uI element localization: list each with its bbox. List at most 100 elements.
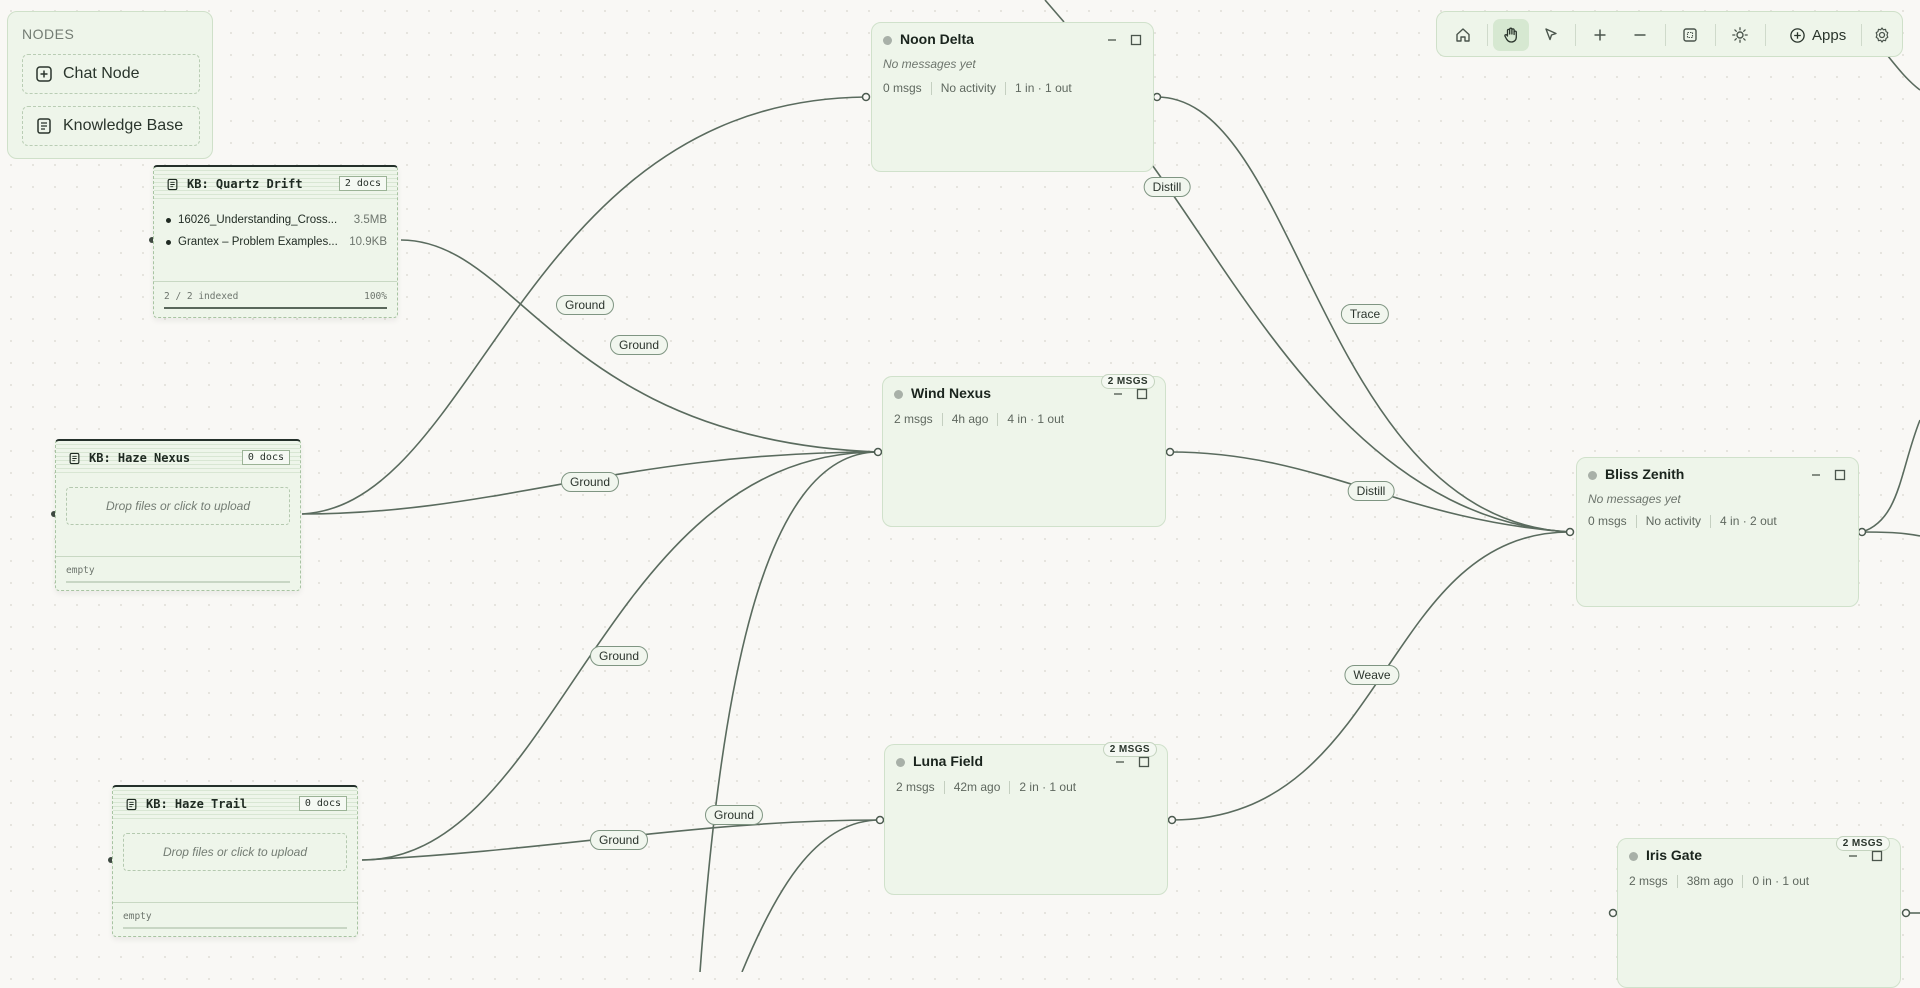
edge-noon-bliss-distill[interactable] <box>1149 161 1571 533</box>
settings-button[interactable] <box>1864 19 1900 51</box>
chat-node-noon-delta[interactable]: Noon Delta No messages yet 0 msgs No act… <box>871 22 1154 172</box>
edge-label-weave[interactable]: Weave <box>1344 665 1400 685</box>
index-progress-fill <box>164 307 387 309</box>
document-icon <box>126 798 137 810</box>
maximize-icon[interactable] <box>1832 467 1848 483</box>
connection-count: 0 in · 1 out <box>1752 874 1810 888</box>
chat-node-stats: 2 msgs 4h ago 4 in · 1 out <box>894 412 1064 426</box>
maximize-icon[interactable] <box>1128 32 1144 48</box>
bullet-icon <box>166 217 171 223</box>
upload-dropzone[interactable]: Drop files or click to upload <box>66 487 290 525</box>
edge-label-distill[interactable]: Distill <box>1143 177 1191 197</box>
add-knowledge-base-button[interactable]: Knowledge Base <box>22 106 200 146</box>
plus-circle-icon <box>1790 27 1805 43</box>
chat-node-title: Wind Nexus <box>911 385 991 401</box>
divider <box>1005 81 1007 95</box>
status-dot <box>1588 471 1597 480</box>
status-dot <box>894 390 903 399</box>
edge-label-ground[interactable]: Ground <box>704 805 764 825</box>
minimize-icon[interactable] <box>1845 848 1861 864</box>
toolbar-divider <box>1765 24 1766 46</box>
index-progress-bar <box>123 927 347 929</box>
minimize-icon[interactable] <box>1104 32 1120 48</box>
apps-button[interactable]: Apps <box>1783 19 1852 51</box>
toolbar-divider <box>1665 24 1666 46</box>
message-count: 0 msgs <box>1588 514 1627 528</box>
edge-label-distill[interactable]: Distill <box>1347 481 1395 501</box>
kb-doc-count-badge: 0 docs <box>241 450 290 465</box>
home-button[interactable] <box>1445 19 1481 51</box>
edge-label-ground[interactable]: Ground <box>609 335 669 355</box>
index-count: empty <box>123 911 152 922</box>
maximize-icon[interactable] <box>1134 386 1150 402</box>
kb-file-item[interactable]: Grantex – Problem Examples... 10.9KB <box>166 233 387 251</box>
add-chat-node-button[interactable]: Chat Node <box>22 54 200 94</box>
theme-toggle-button[interactable] <box>1722 19 1758 51</box>
pan-tool-button[interactable] <box>1493 19 1529 51</box>
kb-file-item[interactable]: 16026_Understanding_Cross... 3.5MB <box>166 211 387 229</box>
edge-bottom-wind[interactable] <box>699 451 879 972</box>
kb-node-haze-trail[interactable]: KB: Haze Trail 0 docs Drop files or clic… <box>112 785 358 937</box>
chat-node-stats: 2 msgs 42m ago 2 in · 1 out <box>896 780 1076 794</box>
upload-dropzone[interactable]: Drop files or click to upload <box>123 833 347 871</box>
edge-bliss-out-1[interactable] <box>1861 419 1920 533</box>
palette-title: NODES <box>22 26 75 42</box>
fit-view-button[interactable] <box>1672 19 1708 51</box>
divider <box>1742 874 1744 888</box>
edge-bottom2-luna[interactable] <box>741 819 881 972</box>
canvas-toolbar: Apps <box>1436 11 1903 57</box>
palette-item-label: Chat Node <box>63 65 140 82</box>
toolbar-divider <box>1715 24 1716 46</box>
chat-node-bliss-zenith[interactable]: Bliss Zenith No messages yet 0 msgs No a… <box>1576 457 1859 607</box>
kb-index-status: empty <box>123 911 347 922</box>
divider <box>941 412 943 426</box>
gear-icon <box>1875 27 1889 43</box>
chat-node-title: Noon Delta <box>900 31 974 47</box>
chat-node-luna-field[interactable]: 2 MSGS Luna Field 2 msgs 42m ago 2 in · … <box>884 742 1168 895</box>
minimize-icon[interactable] <box>1110 386 1126 402</box>
chat-node-title: Bliss Zenith <box>1605 466 1685 482</box>
last-activity: 4h ago <box>951 412 989 426</box>
minimize-icon[interactable] <box>1112 754 1128 770</box>
hand-pan-icon <box>1504 27 1517 43</box>
last-activity: No activity <box>1645 514 1702 528</box>
chat-node-stats: 2 msgs 38m ago 0 in · 1 out <box>1629 874 1809 888</box>
edge-bliss-out-2[interactable] <box>1861 531 1920 537</box>
file-size: 3.5MB <box>353 214 387 226</box>
edge-label-ground[interactable]: Ground <box>560 472 620 492</box>
index-count: empty <box>66 565 95 576</box>
kb-index-status: 2 / 2 indexed 100% <box>164 291 387 302</box>
minimize-icon[interactable] <box>1808 467 1824 483</box>
home-icon <box>1456 28 1470 42</box>
chat-node-wind-nexus[interactable]: 2 MSGS Wind Nexus 2 msgs 4h ago 4 in · 1… <box>882 374 1166 527</box>
edge-label-ground[interactable]: Ground <box>589 830 649 850</box>
kb-title: KB: Quartz Drift <box>187 177 303 191</box>
chat-node-stats: 0 msgs No activity 4 in · 2 out <box>1588 514 1777 528</box>
chat-node-iris-gate[interactable]: 2 MSGS Iris Gate 2 msgs 38m ago 0 in · 1… <box>1617 836 1901 988</box>
edge-label-ground[interactable]: Ground <box>555 295 615 315</box>
chat-node-title: Luna Field <box>913 753 983 769</box>
divider <box>1676 874 1678 888</box>
kb-node-haze-nexus[interactable]: KB: Haze Nexus 0 docs Drop files or clic… <box>55 439 301 591</box>
kb-node-quartz-drift[interactable]: KB: Quartz Drift 2 docs 16026_Understand… <box>153 165 398 318</box>
kb-doc-count-badge: 0 docs <box>298 796 347 811</box>
zoom-in-button[interactable] <box>1582 19 1618 51</box>
maximize-icon[interactable] <box>1869 848 1885 864</box>
plus-square-icon <box>36 66 52 82</box>
edge-label-ground[interactable]: Ground <box>589 646 649 666</box>
divider <box>1009 780 1011 794</box>
divider <box>113 902 357 903</box>
divider <box>943 780 945 794</box>
edge-label-trace[interactable]: Trace <box>1340 304 1390 324</box>
fit-view-icon <box>1683 28 1697 42</box>
status-dot <box>896 758 905 767</box>
maximize-icon[interactable] <box>1136 754 1152 770</box>
message-count: 2 msgs <box>894 412 933 426</box>
divider <box>56 556 300 557</box>
divider <box>154 281 397 282</box>
chat-node-stats: 0 msgs No activity 1 in · 1 out <box>883 81 1072 95</box>
zoom-out-button[interactable] <box>1622 19 1658 51</box>
connection-count: 4 in · 2 out <box>1720 514 1777 528</box>
select-tool-button[interactable] <box>1533 19 1569 51</box>
edge-top-noon[interactable] <box>1044 0 1065 23</box>
